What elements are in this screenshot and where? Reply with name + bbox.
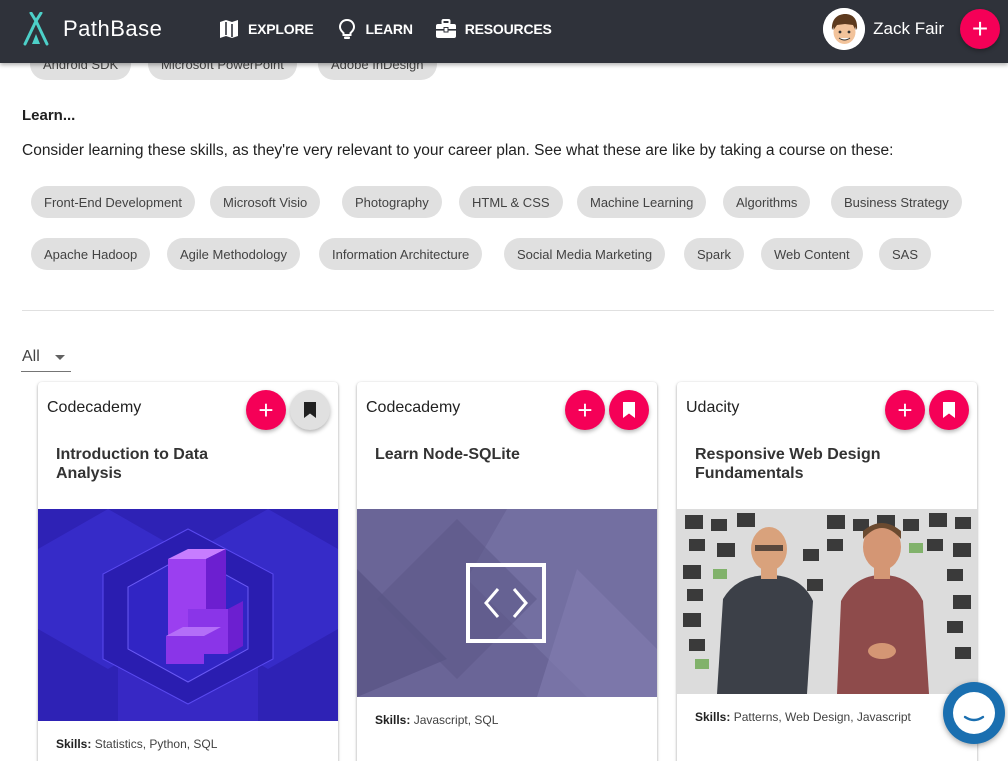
learn-skill-chip[interactable]: Microsoft Visio — [210, 186, 321, 218]
skill-chip-label: Social Media Marketing — [517, 246, 653, 262]
course-title: Introduction to Data Analysis — [56, 446, 208, 482]
dropdown-arrow-icon — [55, 355, 65, 360]
learn-skill-chip[interactable]: Spark — [684, 238, 744, 270]
course-image — [677, 509, 977, 694]
instructors-photo — [677, 509, 977, 694]
nav-explore[interactable]: EXPLORE — [218, 18, 314, 40]
learn-skill-chip[interactable]: Photography — [342, 186, 442, 218]
main-nav: EXPLORE LEARN RESOURCES — [218, 18, 574, 40]
course-card[interactable]: Codecademy + Learn Node-SQLite Skills: J… — [357, 382, 657, 761]
course-provider: Codecademy — [47, 399, 142, 416]
skills-value: Javascript, SQL — [413, 713, 499, 727]
skill-chip-label: Algorithms — [736, 194, 798, 210]
skill-chip-label: Spark — [697, 246, 731, 262]
course-image — [38, 509, 338, 721]
nav-resources[interactable]: RESOURCES — [435, 18, 552, 40]
data-analysis-illustration — [38, 509, 338, 721]
learn-skill-chip[interactable]: Information Architecture — [319, 238, 483, 270]
course-filter-select[interactable]: All — [21, 343, 71, 372]
learn-skill-chip[interactable]: Machine Learning — [577, 186, 707, 218]
learn-skill-chip[interactable]: Apache Hadoop — [31, 238, 151, 270]
course-card[interactable]: Codecademy + Introduction to Data Analys… — [38, 382, 338, 761]
skill-chip-label: HTML & CSS — [472, 194, 550, 210]
avatar-face-icon — [823, 8, 866, 50]
learn-heading: Learn... — [22, 107, 76, 124]
learn-skill-chip[interactable]: Front-End Development — [31, 186, 196, 218]
bookmark-icon — [943, 402, 955, 418]
skill-chip-label: Apache Hadoop — [44, 246, 138, 262]
add-course-button[interactable]: + — [885, 390, 925, 430]
course-skills: Skills: Statistics, Python, SQL — [56, 737, 217, 751]
nav-learn-label: LEARN — [365, 21, 413, 37]
add-course-button[interactable]: + — [565, 390, 605, 430]
avatar[interactable] — [823, 8, 866, 50]
skill-chip-label: Agile Methodology — [180, 246, 287, 262]
app-logo[interactable]: PathBase — [22, 12, 162, 46]
learn-skill-chip[interactable]: Business Strategy — [831, 186, 962, 218]
plus-icon: + — [897, 394, 913, 425]
course-provider: Udacity — [686, 399, 740, 416]
skill-chip-label: Microsoft Visio — [223, 194, 308, 210]
course-title: Responsive Web Design Fundamentals — [695, 446, 881, 482]
course-title: Learn Node-SQLite — [375, 446, 520, 463]
skill-chip-label: Photography — [355, 194, 429, 210]
skill-chip-label: Business Strategy — [844, 194, 949, 210]
code-brackets-illustration — [357, 509, 657, 697]
nav-explore-label: EXPLORE — [248, 21, 314, 37]
course-provider: Codecademy — [366, 399, 461, 416]
learn-skill-chip[interactable]: SAS — [879, 238, 932, 270]
learn-skill-chip[interactable]: HTML & CSS — [459, 186, 563, 218]
global-add-button[interactable]: + — [960, 9, 1000, 49]
map-icon — [220, 20, 238, 38]
skills-label: Skills: — [375, 713, 411, 727]
nav-resources-label: RESOURCES — [464, 21, 552, 37]
user-menu: Zack Fair + — [823, 8, 1008, 50]
user-name[interactable]: Zack Fair — [873, 19, 944, 39]
add-course-button[interactable]: + — [246, 390, 286, 430]
app-name: PathBase — [63, 16, 163, 41]
plus-icon: + — [258, 394, 274, 425]
learn-skill-chip[interactable]: Social Media Marketing — [504, 238, 666, 270]
bookmark-button[interactable] — [609, 390, 649, 430]
chat-smile-icon — [963, 701, 985, 723]
skill-chip-label: SAS — [892, 246, 919, 262]
nav-learn[interactable]: LEARN — [336, 18, 413, 40]
learn-skill-chip[interactable]: Web Content — [761, 238, 863, 270]
skills-label: Skills: — [695, 710, 731, 724]
chat-icon — [953, 692, 995, 734]
skill-chip-label: Front-End Development — [44, 194, 183, 210]
skills-value: Patterns, Web Design, Javascript — [733, 710, 911, 724]
course-skills: Skills: Patterns, Web Design, Javascript — [695, 710, 911, 724]
plus-icon: + — [971, 13, 989, 44]
chat-launcher-button[interactable] — [943, 682, 1005, 744]
skill-chip-label: Machine Learning — [590, 194, 694, 210]
skills-value: Statistics, Python, SQL — [94, 737, 218, 751]
bookmark-button[interactable] — [290, 390, 330, 430]
course-skills: Skills: Javascript, SQL — [375, 713, 498, 727]
plus-icon: + — [577, 394, 593, 425]
course-card[interactable]: Udacity + Responsive Web Design Fundamen… — [677, 382, 977, 761]
bookmark-icon — [623, 402, 635, 418]
skills-label: Skills: — [56, 737, 92, 751]
bookmark-button[interactable] — [929, 390, 969, 430]
bookmark-icon — [304, 402, 316, 418]
lightbulb-icon — [338, 18, 355, 39]
section-divider — [22, 310, 994, 311]
learn-description: Consider learning these skills, as they'… — [22, 142, 894, 159]
course-image — [357, 509, 657, 697]
learn-skill-chip[interactable]: Algorithms — [723, 186, 811, 218]
skill-chip-label: Web Content — [774, 246, 850, 262]
skill-chip-label: Information Architecture — [332, 246, 470, 262]
tent-logo-icon — [23, 12, 49, 46]
learn-skill-chip[interactable]: Agile Methodology — [167, 238, 300, 270]
briefcase-icon — [435, 19, 456, 38]
filter-value: All — [22, 348, 40, 365]
app-bar: PathBase EXPLORE LEARN RESOURCES Zack Fa… — [0, 0, 1008, 63]
